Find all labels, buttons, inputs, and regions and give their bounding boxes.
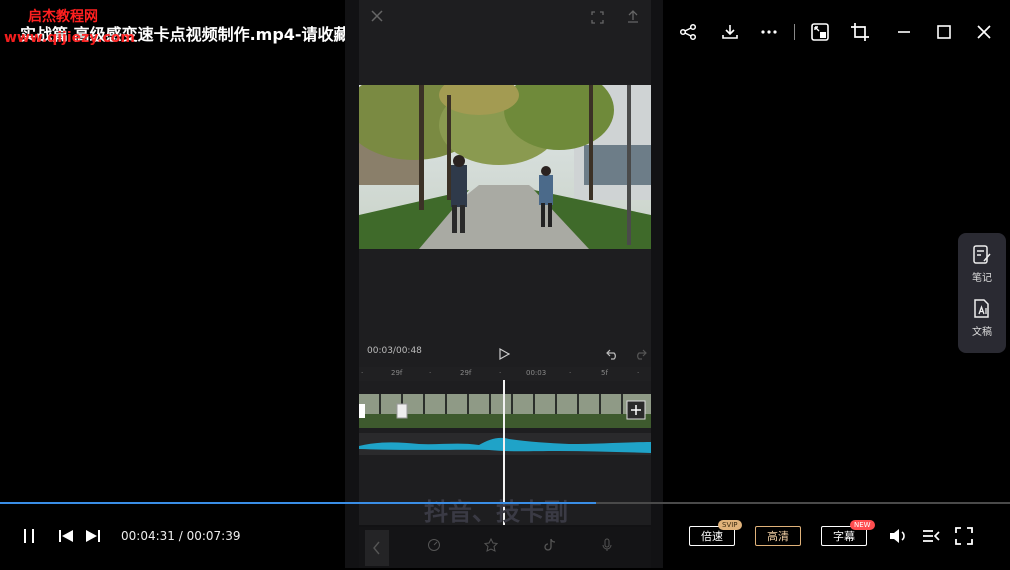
editor-fullscreen-icon <box>591 9 604 28</box>
tiktok-tool-icon <box>543 537 557 556</box>
previous-button[interactable] <box>57 527 75 549</box>
quality-button[interactable]: 高清 <box>755 526 801 546</box>
video-clip-track <box>359 394 651 428</box>
subtitle-label: 字幕 <box>833 530 855 543</box>
ruler-tick: 29f <box>391 369 403 377</box>
transcript-button[interactable]: 文稿 <box>958 298 1006 338</box>
mic-tool-icon <box>600 537 614 556</box>
progress-fill <box>0 502 596 504</box>
minimize-icon[interactable] <box>890 18 918 46</box>
pause-icon <box>24 529 34 543</box>
effects-tool-icon <box>483 537 499 556</box>
quality-label: 高清 <box>767 530 789 543</box>
skip-next-icon <box>86 530 100 542</box>
playback-time: 00:04:31 / 00:07:39 <box>121 529 240 543</box>
ruler-tick: · <box>429 369 432 377</box>
new-badge: NEW <box>850 520 875 530</box>
speed-tool-icon <box>427 537 441 556</box>
editor-close-icon <box>370 8 384 27</box>
fullscreen-button[interactable] <box>955 527 973 549</box>
video-preview <box>359 85 651 249</box>
transcript-label: 文稿 <box>972 327 992 338</box>
pause-button[interactable] <box>20 527 38 549</box>
share-icon[interactable] <box>674 18 702 46</box>
playlist-button[interactable] <box>922 527 940 549</box>
ruler-tick: 29f <box>460 369 472 377</box>
timeline-ruler: · 29f · 29f · 00:03 · 5f · <box>359 367 651 381</box>
ruler-tick: · <box>499 369 502 377</box>
next-button[interactable] <box>84 527 102 549</box>
ruler-tick: 00:03 <box>526 369 547 377</box>
svip-badge: SVIP <box>718 520 742 530</box>
volume-button[interactable] <box>888 526 908 550</box>
crop-icon[interactable] <box>846 18 874 46</box>
toolbar-divider <box>794 24 795 40</box>
close-icon[interactable] <box>970 18 998 46</box>
notes-button[interactable]: 笔记 <box>958 244 1006 284</box>
total-time: 00:07:39 <box>186 529 241 543</box>
pip-icon[interactable] <box>806 18 834 46</box>
editor-play-icon <box>498 345 511 364</box>
current-time: 00:04:31 <box>121 529 175 543</box>
ruler-tick: · <box>361 369 364 377</box>
ruler-tick: · <box>569 369 572 377</box>
more-icon[interactable] <box>755 18 783 46</box>
editor-export-icon <box>626 8 640 27</box>
ruler-tick: · <box>637 369 640 377</box>
video-subtitle-text: 抖音、技卡副 <box>424 498 568 526</box>
notes-label: 笔记 <box>972 273 992 284</box>
transcript-icon <box>974 299 989 318</box>
editor-timecode: 00:03/00:48 <box>367 346 422 356</box>
skip-previous-icon <box>59 530 73 542</box>
editor-back-button <box>365 530 389 566</box>
volume-icon <box>890 529 905 543</box>
undo-icon <box>606 345 619 364</box>
maximize-icon[interactable] <box>930 18 958 46</box>
time-separator: / <box>174 529 187 543</box>
download-icon[interactable] <box>716 18 744 46</box>
playlist-icon <box>923 530 940 542</box>
speed-label: 倍速 <box>701 530 723 543</box>
notes-icon <box>973 245 991 264</box>
fullscreen-icon <box>955 527 973 545</box>
watermark-url: www.qijiezy.com <box>4 30 135 46</box>
redo-icon <box>634 345 647 364</box>
audio-waveform <box>359 433 651 455</box>
ruler-tick: 5f <box>601 369 608 377</box>
